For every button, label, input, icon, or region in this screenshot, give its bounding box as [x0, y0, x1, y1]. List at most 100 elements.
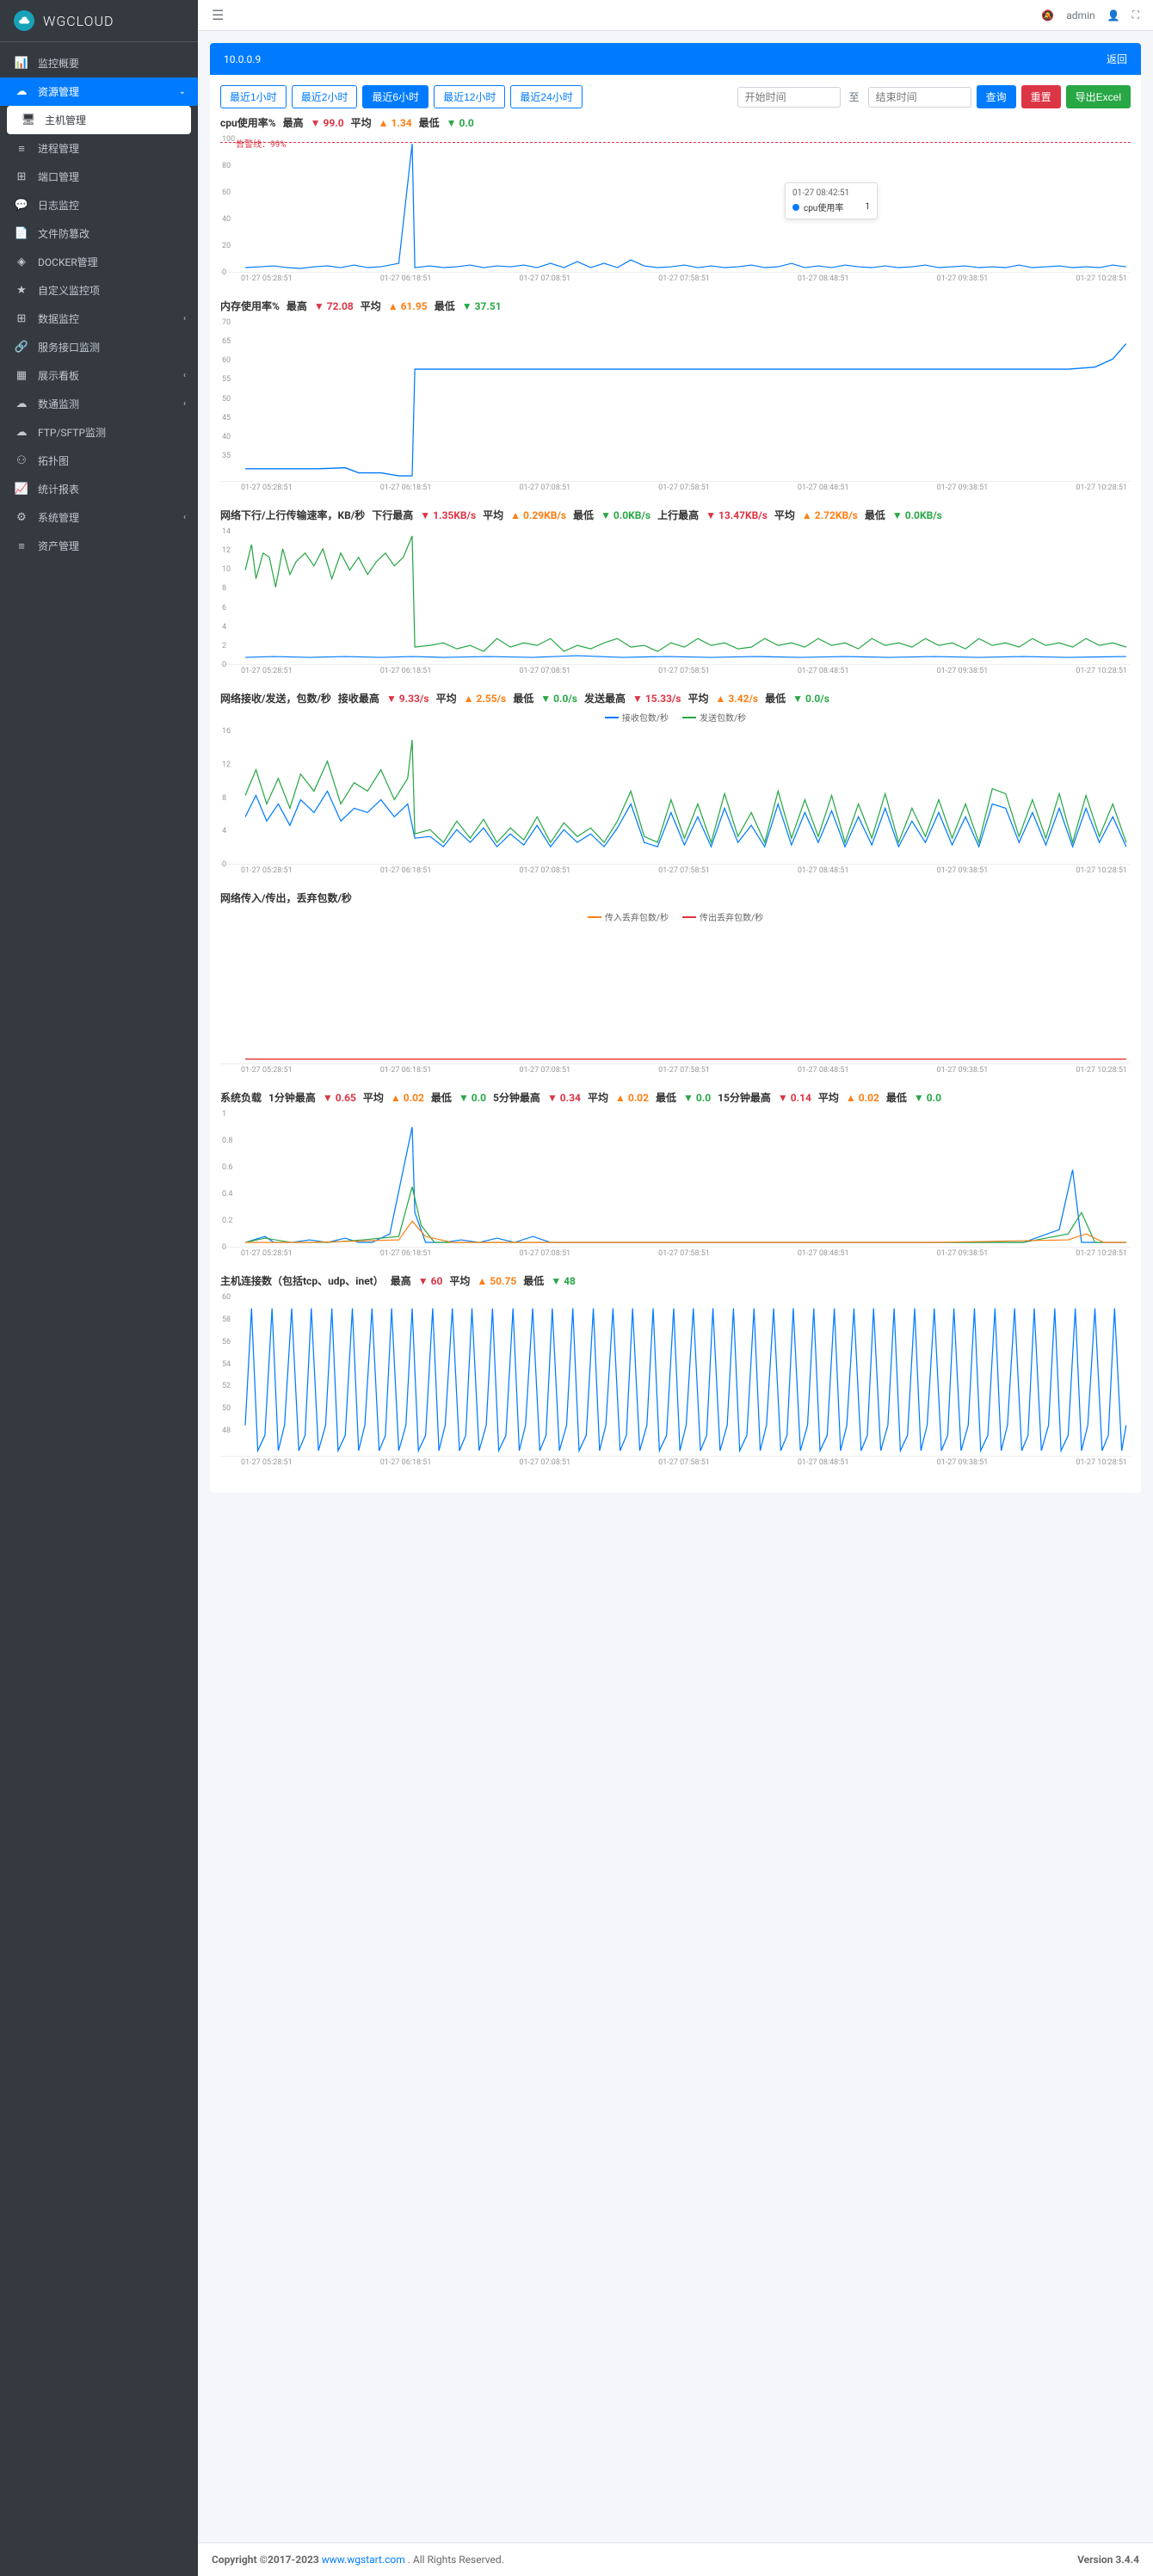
nav-icon: ☁ — [14, 85, 29, 98]
chart-canvas[interactable] — [220, 927, 1131, 1064]
sidebar-item[interactable]: ☁FTP/SFTP监测 — [0, 418, 198, 447]
stat-value: ▲ 1.34 — [379, 117, 412, 129]
stat-label: 平均 — [774, 508, 795, 522]
export-button[interactable]: 导出Excel — [1066, 85, 1131, 108]
chart-title: 内存使用率%最高▼ 72.08平均▲ 61.95最低▼ 37.51 — [220, 299, 1131, 313]
stat-label: 上行最高 — [657, 508, 699, 522]
time-range-button[interactable]: 最近1小时 — [220, 85, 287, 108]
sidebar-item[interactable]: ⚙系统管理‹ — [0, 503, 198, 532]
sidebar-item[interactable]: ▦展示看板‹ — [0, 361, 198, 390]
chart-title: cpu使用率%最高▼ 99.0平均▲ 1.34最低▼ 0.0 — [220, 115, 1131, 130]
brand-icon — [14, 10, 34, 31]
stat-label: 5分钟最高 — [493, 1090, 540, 1105]
stat-value: ▲ 0.02 — [615, 1092, 649, 1104]
stat-label: 接收最高 — [338, 691, 379, 706]
stat-value: ▼ 0.0/s — [792, 693, 829, 705]
chevron-icon: ‹ — [183, 513, 186, 522]
stat-value: ▼ 37.51 — [462, 300, 502, 312]
back-link[interactable]: 返回 — [1107, 52, 1127, 66]
fullscreen-icon[interactable]: ⛶ — [1132, 9, 1139, 22]
nav-label: 资产管理 — [38, 539, 79, 553]
query-button[interactable]: 查询 — [977, 85, 1016, 108]
chart-canvas[interactable]: 14121086420 — [220, 527, 1131, 665]
sidebar-item[interactable]: 📊监控概要 — [0, 49, 198, 77]
stat-value: ▼ 1.35KB/s — [420, 509, 476, 521]
stat-value: ▼ 0.0/s — [540, 693, 577, 705]
chart-conn: 主机连接数（包括tcp、udp、inet）最高▼ 60平均▲ 50.75最低▼ … — [220, 1273, 1131, 1467]
start-time-input[interactable] — [737, 87, 841, 108]
sidebar-item[interactable]: ⊞端口管理 — [0, 163, 198, 191]
legend-item: 传入丢弃包数/秒 — [588, 910, 669, 923]
stat-label: 15分钟最高 — [718, 1090, 771, 1105]
nav-icon: ◈ — [14, 256, 29, 268]
x-axis-labels: 01-27 05:28:5101-27 06:18:5101-27 07:08:… — [220, 1064, 1131, 1075]
stat-value: ▲ 2.72KB/s — [802, 509, 858, 521]
nav-icon: ☁ — [14, 397, 29, 410]
topbar: ☰ 🔕 admin 👤 ⛶ — [198, 0, 1153, 31]
stat-label: 最低 — [523, 1273, 544, 1288]
chevron-icon: ‹ — [183, 399, 186, 409]
sidebar-item[interactable]: ◈DOCKER管理 — [0, 248, 198, 276]
sidebar-item[interactable]: ≡ 进程管理 — [0, 134, 198, 163]
sidebar-item[interactable]: 🖥主机管理 — [7, 106, 191, 134]
stat-label: 最低 — [513, 691, 533, 706]
sidebar-item[interactable]: 📈统计报表 — [0, 475, 198, 503]
chart-canvas[interactable]: 7065605550454035 — [220, 318, 1131, 482]
chart-canvas[interactable]: 60585654525048 — [220, 1293, 1131, 1457]
stat-label: 最高 — [283, 115, 304, 130]
time-range-button[interactable]: 最近12小时 — [434, 85, 505, 108]
nav-label: 数据监控 — [38, 311, 79, 326]
chart-title: 网络下行/上行传输速率，KB/秒下行最高▼ 1.35KB/s平均▲ 0.29KB… — [220, 508, 1131, 522]
stat-value: ▼ 0.0 — [459, 1092, 486, 1104]
chart-canvas[interactable]: 10.80.60.40.20 — [220, 1110, 1131, 1248]
stat-value: ▲ 50.75 — [477, 1275, 516, 1287]
nav-label: 进程管理 — [38, 141, 79, 156]
sidebar: WGCLOUD 📊监控概要☁资源管理⌄🖥主机管理≡进程管理⊞端口管理💬日志监控📄… — [0, 0, 198, 2576]
user-label[interactable]: admin — [1066, 9, 1094, 22]
end-time-input[interactable] — [868, 87, 971, 108]
legend-item: 传出丢弃包数/秒 — [682, 910, 763, 923]
stat-label: 平均 — [687, 691, 708, 706]
nav-label: 服务接口监测 — [38, 340, 100, 354]
chart-canvas[interactable]: 1612840 — [220, 727, 1131, 865]
nav-icon: ▦ — [14, 369, 29, 382]
user-icon[interactable]: 👤 — [1107, 9, 1120, 22]
nav-label: 端口管理 — [38, 169, 79, 184]
sidebar-item[interactable]: ⚇拓扑图 — [0, 447, 198, 475]
sidebar-item[interactable]: ☁资源管理⌄ — [0, 77, 198, 106]
sidebar-item[interactable]: 💬日志监控 — [0, 191, 198, 219]
stat-value: ▼ 0.0 — [447, 117, 474, 129]
nav-label: 自定义监控项 — [38, 283, 100, 298]
stat-label: 最低 — [886, 1090, 907, 1105]
footer: Copyright ©2017-2023 www.wgstart.com . A… — [198, 2542, 1153, 2576]
sidebar-item[interactable]: ★自定义监控项 — [0, 276, 198, 305]
stat-label: 平均 — [449, 1273, 470, 1288]
time-range-button[interactable]: 最近6小时 — [362, 85, 429, 108]
stat-label: 最低 — [573, 508, 594, 522]
alarm-label: 告警线：99% — [236, 137, 287, 150]
stat-value: ▼ 0.65 — [323, 1092, 356, 1104]
sidebar-item[interactable]: 📄文件防篡改 — [0, 219, 198, 248]
chart-net_pkt: 网络接收/发送，包数/秒接收最高▼ 9.33/s平均▲ 2.55/s最低▼ 0.… — [220, 691, 1131, 875]
sidebar-item[interactable]: ⊞数据监控‹ — [0, 305, 198, 333]
menu-toggle-icon[interactable]: ☰ — [212, 7, 224, 23]
bell-off-icon[interactable]: 🔕 — [1041, 9, 1054, 22]
nav-label: 数通监测 — [38, 397, 79, 411]
time-controls: 最近1小时最近2小时最近6小时最近12小时最近24小时 至 查询 重置 导出Ex… — [220, 85, 1131, 108]
sidebar-item[interactable]: 🔗服务接口监测 — [0, 333, 198, 361]
reset-button[interactable]: 重置 — [1021, 85, 1061, 108]
time-range-button[interactable]: 最近24小时 — [510, 85, 582, 108]
stat-value: ▲ 0.29KB/s — [510, 509, 566, 521]
chart-canvas[interactable]: 告警线：99% 100806040200 01-27 08:42:51cpu使用… — [220, 135, 1131, 273]
stat-value: ▲ 0.02 — [391, 1092, 424, 1104]
footer-link[interactable]: www.wgstart.com — [322, 2554, 405, 2566]
sidebar-item[interactable]: ≡资产管理 — [0, 532, 198, 560]
stat-label: 平均 — [588, 1090, 608, 1105]
nav-icon: ≡ — [14, 142, 29, 156]
chart-mem: 内存使用率%最高▼ 72.08平均▲ 61.95最低▼ 37.51 706560… — [220, 299, 1131, 492]
stat-label: 1分钟最高 — [268, 1090, 316, 1105]
time-range-button[interactable]: 最近2小时 — [292, 85, 358, 108]
stat-label: 平均 — [351, 115, 372, 130]
nav-label: 拓扑图 — [38, 453, 69, 468]
sidebar-item[interactable]: ☁ 数通监测 ‹ — [0, 390, 198, 418]
